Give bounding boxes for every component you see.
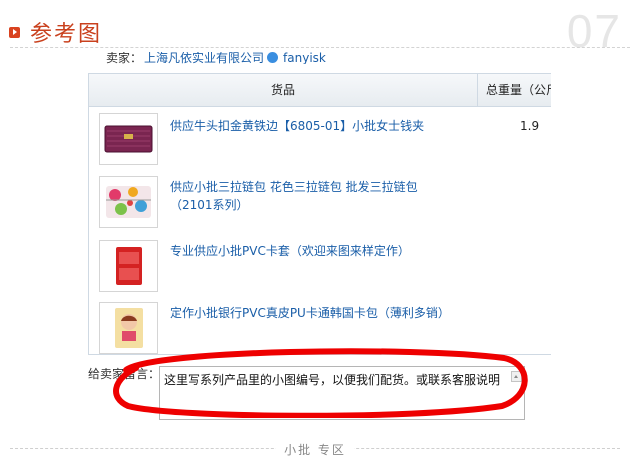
col-header-weight: 总重量（公斤） <box>486 83 551 97</box>
seller-account-link[interactable]: fanyisk <box>283 52 326 64</box>
seller-company-link[interactable]: 上海凡依实业有限公司 <box>144 52 264 64</box>
row-weight: 1.9 <box>520 119 540 133</box>
scroll-up-arrow-icon[interactable] <box>511 371 522 382</box>
product-link[interactable]: 供应牛头扣金黄铁边【6805-01】小批女士钱夹 <box>170 117 460 135</box>
header-divider <box>10 47 630 48</box>
floral-zipper-bag-icon[interactable] <box>99 176 158 228</box>
footer-label: 小批 专区 <box>0 441 630 458</box>
product-link[interactable]: 专业供应小批PVC卡套（欢迎来图来样定作） <box>170 242 460 260</box>
purple-wallet-icon[interactable] <box>99 113 158 165</box>
product-link[interactable]: 定作小批银行PVC真皮PU卡通韩国卡包（薄利多销） <box>170 304 460 322</box>
play-bullet-icon <box>9 27 20 38</box>
table-header: 货品 总重量（公斤） <box>89 74 551 107</box>
section-number: 07 <box>566 5 622 57</box>
order-table: 货品 总重量（公斤） 供应牛头扣金黄铁边【6805-01】小批女士钱夹 1.9 <box>88 73 551 355</box>
message-text: 这里写系列产品里的小图编号，以便我们配货。或联系客服说明 <box>164 373 501 387</box>
cartoon-card-wallet-icon[interactable] <box>99 302 158 354</box>
seller-label: 卖家： <box>106 52 143 64</box>
footer-text: 小批 专区 <box>276 443 354 457</box>
section-title: 参考图 <box>30 22 103 47</box>
section-header: 参考图 07 <box>0 0 630 57</box>
seller-row: 卖家： 上海凡依实业有限公司 fanyisk <box>106 52 326 64</box>
seller-message-textarea[interactable]: 这里写系列产品里的小图编号，以便我们配货。或联系客服说明 <box>159 366 525 420</box>
col-header-goods: 货品 <box>89 74 478 106</box>
red-card-holder-icon[interactable] <box>99 240 158 292</box>
message-label: 给卖家留言： <box>88 367 161 381</box>
footer: 小批 专区 <box>0 437 630 461</box>
product-link[interactable]: 供应小批三拉链包 花色三拉链包 批发三拉链包（2101系列） <box>170 178 460 214</box>
chat-icon[interactable] <box>267 52 279 63</box>
